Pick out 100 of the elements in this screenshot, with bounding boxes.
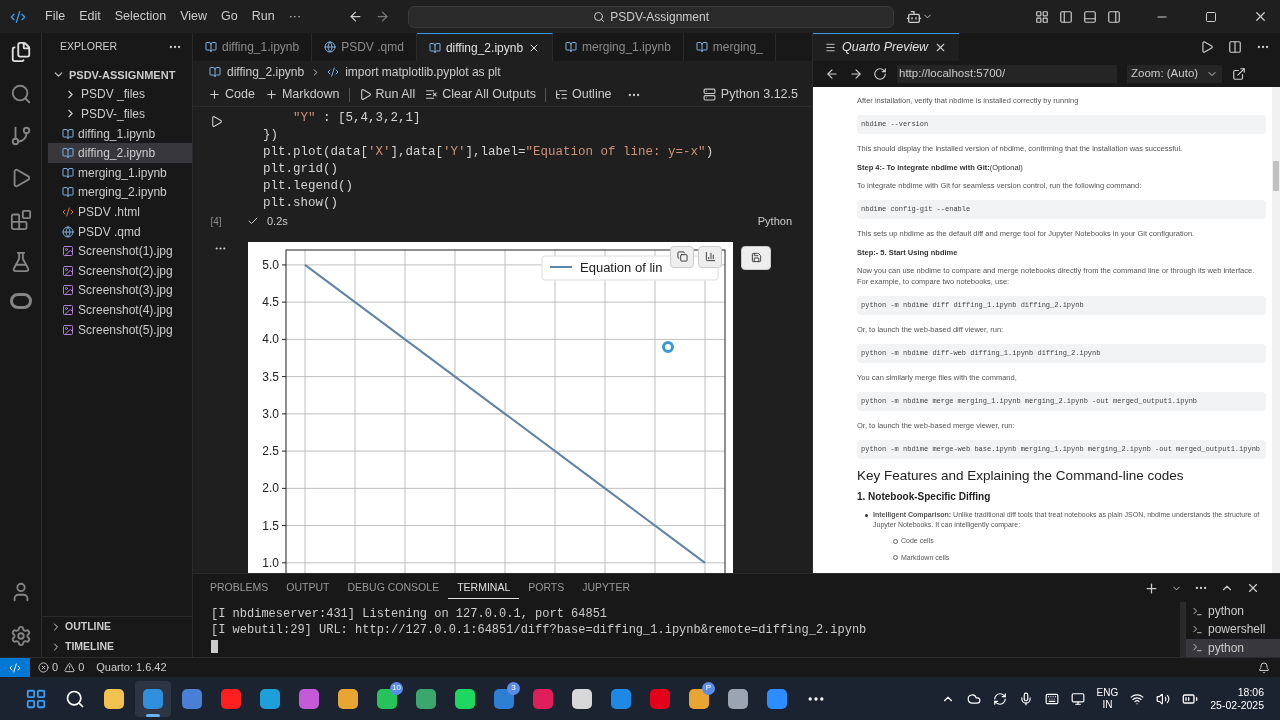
terminal-list-item[interactable]: powershell — [1186, 620, 1280, 639]
panel-tab[interactable]: OUTPUT — [277, 577, 339, 599]
editor-tab[interactable]: merging_1.ipynb — [553, 33, 684, 61]
app-tile-icon[interactable] — [416, 688, 436, 709]
app-tile-icon[interactable] — [104, 688, 124, 709]
scrollbar-thumb[interactable] — [1273, 161, 1279, 191]
app-tile-icon[interactable] — [689, 688, 709, 709]
close-panel-icon[interactable] — [1246, 581, 1260, 595]
back-icon[interactable] — [348, 9, 364, 24]
explorer-item[interactable]: Screenshot(1).jpg — [48, 241, 192, 261]
back-icon[interactable] — [825, 67, 839, 81]
extensions-icon[interactable] — [9, 209, 32, 231]
terminal-list-item[interactable]: python — [1186, 638, 1280, 657]
display-icon[interactable] — [1070, 691, 1085, 706]
app-tile-icon[interactable] — [533, 688, 553, 709]
notifications-icon[interactable] — [1258, 661, 1270, 674]
chart-button[interactable] — [698, 245, 722, 268]
sidebar-toggle-icon[interactable] — [1059, 9, 1073, 24]
problems-status[interactable]: 0 0 — [38, 659, 85, 676]
app-tile-icon[interactable] — [494, 688, 514, 709]
menu-item[interactable]: Go — [214, 7, 245, 26]
panel-tab[interactable]: TERMINAL — [448, 577, 520, 599]
volume-icon[interactable] — [1156, 691, 1171, 706]
run-cell-icon[interactable] — [209, 115, 223, 128]
panel-tab[interactable]: PROBLEMS — [201, 577, 278, 599]
split-editor-icon[interactable] — [1228, 40, 1242, 54]
wifi-icon[interactable] — [1130, 691, 1145, 706]
sync-icon[interactable] — [992, 691, 1007, 706]
language-indicator[interactable]: ENG IN — [1096, 686, 1119, 711]
quarto-version[interactable]: Quarto: 1.6.42 — [96, 659, 167, 676]
layout-icon[interactable] — [1035, 9, 1049, 24]
app-tile-icon[interactable] — [767, 688, 787, 709]
sidebar-section[interactable]: OUTLINE — [42, 617, 192, 637]
app-tile-icon[interactable] — [221, 688, 241, 709]
explorer-item[interactable]: PSDV _files — [48, 84, 192, 105]
secondary-sidebar-icon[interactable] — [1107, 9, 1121, 24]
panel-tab[interactable]: PORTS — [519, 577, 574, 599]
terminal-list-item[interactable]: python — [1186, 602, 1280, 621]
search-icon[interactable] — [65, 688, 85, 709]
explorer-item[interactable]: merging_2.ipynb — [48, 182, 192, 203]
open-external-icon[interactable] — [1232, 67, 1247, 81]
app-tile-icon[interactable] — [260, 688, 280, 709]
toolbar-button[interactable]: Clear All Outputs — [420, 85, 541, 104]
sidebar-section[interactable]: TIMELINE — [42, 637, 192, 657]
run-icon[interactable] — [1200, 40, 1214, 54]
explorer-item[interactable]: diffing_1.ipynb — [48, 123, 192, 144]
app-tile-icon[interactable] — [728, 688, 748, 709]
source-control-icon[interactable] — [9, 125, 32, 147]
remote-button[interactable] — [0, 658, 30, 677]
microphone-icon[interactable] — [1018, 691, 1033, 706]
panel-tab[interactable]: JUPYTER — [573, 577, 640, 599]
panel-toggle-icon[interactable] — [1083, 9, 1097, 24]
menu-item[interactable]: ··· — [281, 7, 309, 26]
toolbar-button[interactable]: Outline — [549, 85, 617, 104]
explorer-icon[interactable] — [9, 41, 32, 63]
keyboard-icon[interactable] — [1044, 691, 1059, 706]
explorer-item[interactable]: diffing_2.ipynb — [48, 143, 192, 163]
editor-tab[interactable]: diffing_2.ipynb — [416, 33, 554, 61]
zoom-dropdown[interactable]: Zoom: (Auto) — [1127, 65, 1223, 83]
app-tile-icon[interactable] — [338, 688, 358, 709]
kernel-picker[interactable]: Python 3.12.5 — [698, 85, 802, 104]
app-tile-icon[interactable] — [572, 688, 592, 709]
explorer-item[interactable]: Screenshot(4).jpg — [48, 300, 192, 320]
app-tile-icon[interactable] — [377, 688, 397, 709]
breadcrumb-item[interactable]: import matplotlib.pyplot as plt — [345, 63, 501, 81]
toolbar-button[interactable]: Code — [203, 85, 260, 104]
menu-item[interactable]: File — [38, 7, 73, 26]
toolbar-button[interactable]: Markdown — [259, 85, 345, 104]
explorer-item[interactable]: PSDV-_files — [48, 104, 192, 124]
start-icon[interactable] — [25, 687, 47, 710]
menu-item[interactable]: Selection — [107, 7, 174, 26]
url-field[interactable]: http://localhost:5700/ — [897, 65, 1117, 83]
settings-icon[interactable] — [9, 625, 32, 647]
explorer-item[interactable]: PSDV .qmd — [48, 221, 192, 242]
explorer-item[interactable]: Screenshot(2).jpg — [48, 260, 192, 281]
app-tile-icon[interactable] — [182, 688, 202, 709]
explorer-item[interactable]: PSDV .html — [48, 202, 192, 222]
command-center[interactable]: PSDV-Assignment — [408, 5, 895, 28]
explorer-item[interactable]: PSDV-ASSIGNMENT — [48, 65, 192, 85]
new-terminal-icon[interactable] — [1144, 580, 1159, 596]
app-tile-icon[interactable] — [299, 688, 319, 709]
menu-item[interactable]: View — [173, 7, 214, 26]
editor-tab[interactable]: diffing_1.ipynb — [193, 33, 313, 61]
clock[interactable]: 18:06 25-02-2025 — [1210, 685, 1264, 712]
save-button[interactable] — [741, 245, 771, 270]
explorer-item[interactable]: Screenshot(3).jpg — [48, 280, 192, 301]
toolbar-button[interactable]: Run All — [353, 85, 421, 104]
editor-tab[interactable]: PSDV .qmd — [312, 33, 417, 61]
reload-icon[interactable] — [873, 67, 887, 81]
app-tile-icon[interactable] — [455, 688, 475, 709]
cell-language[interactable]: Python — [757, 213, 792, 230]
app-tile-icon[interactable] — [650, 688, 670, 709]
explorer-item[interactable]: Screenshot(5).jpg — [48, 319, 192, 340]
close-icon[interactable] — [1253, 9, 1268, 24]
cloud-icon[interactable] — [966, 691, 981, 706]
forward-icon[interactable] — [849, 67, 863, 81]
breadcrumb-item[interactable]: diffing_2.ipynb — [227, 63, 305, 81]
restore-icon[interactable] — [1205, 10, 1217, 23]
explorer-item[interactable]: merging_1.ipynb — [48, 162, 192, 183]
app-tile-icon[interactable] — [143, 688, 163, 709]
